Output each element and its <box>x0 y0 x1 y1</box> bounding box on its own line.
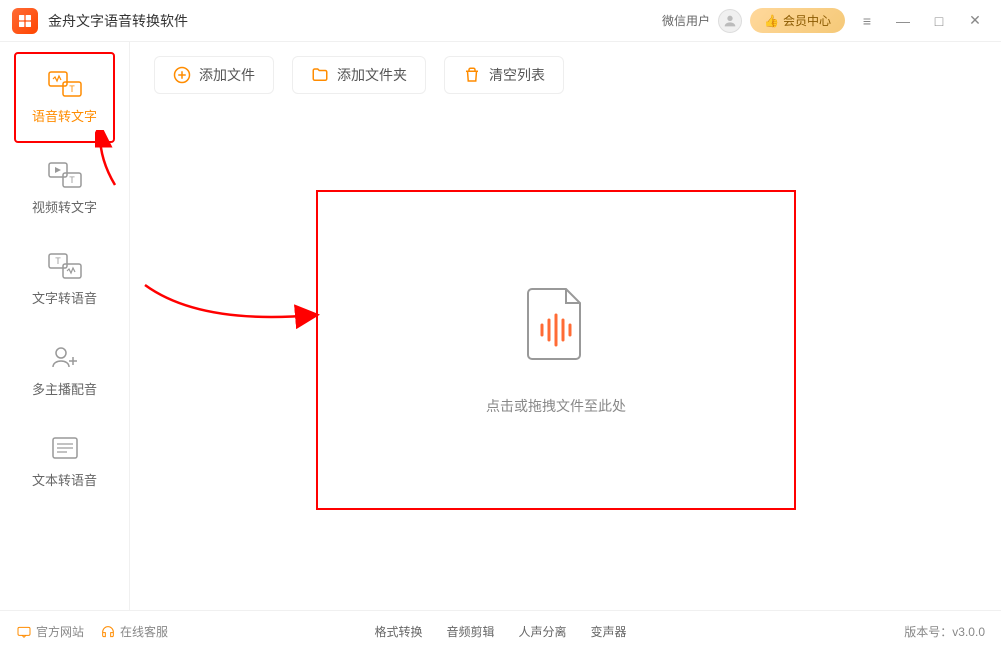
sidebar-item-text-to-voice[interactable]: T 文字转语音 <box>0 234 129 325</box>
annotation-arrow-2 <box>140 280 320 340</box>
minimize-button[interactable]: — <box>889 7 917 35</box>
sidebar-item-label: 视频转文字 <box>32 197 97 216</box>
sidebar-item-label: 语音转文字 <box>32 106 97 125</box>
footer-tab-vocal-split[interactable]: 人声分离 <box>519 623 567 640</box>
version-label: 版本号：v3.0.0 <box>904 623 985 640</box>
annotation-arrow-1 <box>95 130 125 190</box>
clear-list-button[interactable]: 清空列表 <box>444 56 564 94</box>
svg-text:T: T <box>69 84 75 94</box>
menu-button[interactable]: ≡ <box>853 7 881 35</box>
video-to-text-icon: T <box>47 161 83 189</box>
app-title: 金舟文字语音转换软件 <box>48 11 188 31</box>
plus-circle-icon <box>173 66 191 84</box>
add-file-button[interactable]: 添加文件 <box>154 56 274 94</box>
trash-icon <box>463 66 481 84</box>
official-site-link[interactable]: 官方网站 <box>16 623 84 640</box>
footer-tab-audio-cut[interactable]: 音频剪辑 <box>446 623 494 640</box>
footer-tab-voice-change[interactable]: 变声器 <box>591 623 627 640</box>
svg-text:T: T <box>55 256 61 266</box>
thumbs-up-icon: 👍 <box>764 14 779 28</box>
svg-text:T: T <box>69 175 75 185</box>
online-service-link[interactable]: 在线客服 <box>100 623 168 640</box>
chat-icon <box>16 624 32 640</box>
maximize-button[interactable]: □ <box>925 7 953 35</box>
file-audio-icon <box>524 285 588 368</box>
multi-anchor-icon <box>47 343 83 371</box>
titlebar: 金舟文字语音转换软件 微信用户 👍 会员中心 ≡ — □ ✕ <box>0 0 1001 42</box>
close-button[interactable]: ✕ <box>961 7 989 35</box>
add-folder-button[interactable]: 添加文件夹 <box>292 56 426 94</box>
sidebar-item-label: 多主播配音 <box>32 379 97 398</box>
txt-to-voice-icon <box>47 434 83 462</box>
sidebar-item-label: 文本转语音 <box>32 470 97 489</box>
text-to-voice-icon: T <box>47 252 83 280</box>
vip-center-button[interactable]: 👍 会员中心 <box>750 8 845 33</box>
sidebar-item-txt-to-voice[interactable]: 文本转语音 <box>0 416 129 507</box>
footer: 官方网站 在线客服 格式转换 音频剪辑 人声分离 变声器 版本号：v3.0.0 <box>0 610 1001 652</box>
toolbar: 添加文件 添加文件夹 清空列表 <box>154 56 977 94</box>
app-logo-icon <box>12 8 38 34</box>
sidebar-item-multi-anchor[interactable]: 多主播配音 <box>0 325 129 416</box>
footer-tab-format[interactable]: 格式转换 <box>374 623 422 640</box>
voice-to-text-icon: T <box>47 70 83 98</box>
sidebar: T 语音转文字 T 视频转文字 T 文字转语音 多主播配音 文本转 <box>0 42 130 610</box>
folder-icon <box>311 66 329 84</box>
drop-hint-text: 点击或拖拽文件至此处 <box>486 396 626 416</box>
user-avatar[interactable] <box>718 9 742 33</box>
user-label: 微信用户 <box>662 12 710 29</box>
headset-icon <box>100 624 116 640</box>
sidebar-item-label: 文字转语音 <box>32 288 97 307</box>
drop-zone[interactable]: 点击或拖拽文件至此处 <box>316 190 796 510</box>
